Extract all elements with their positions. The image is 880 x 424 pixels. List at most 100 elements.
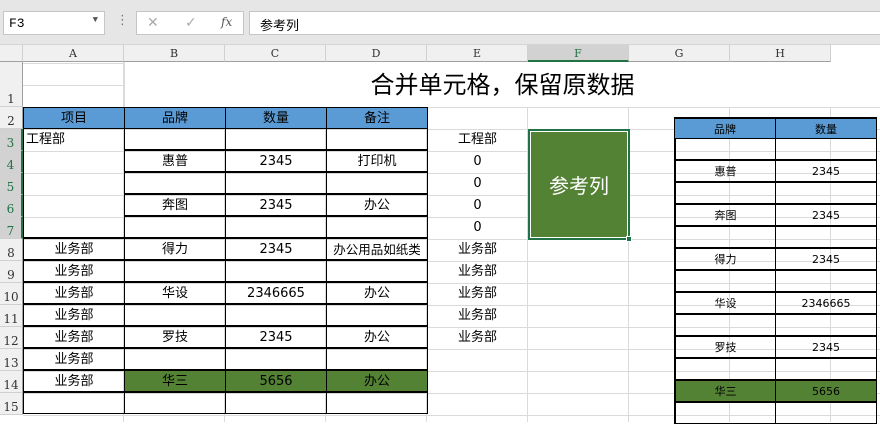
column-e-cell[interactable]: 业务部 [427, 305, 528, 327]
right-table-cell[interactable] [775, 182, 877, 204]
main-table-cell[interactable] [23, 194, 125, 216]
right-table-cell[interactable]: 罗技 [674, 336, 776, 358]
main-table-cell[interactable] [23, 150, 125, 172]
enter-icon[interactable]: ✓ [185, 15, 197, 31]
column-e-cell[interactable]: 0 [427, 173, 528, 195]
main-table-cell[interactable]: 工程部 [23, 128, 125, 150]
right-table-cell[interactable]: 5656 [775, 380, 877, 402]
right-table-cell[interactable] [775, 226, 877, 248]
main-table-cell[interactable] [124, 260, 226, 282]
row-header-3[interactable]: 3 [0, 129, 23, 151]
main-table-cell[interactable]: 办公 [326, 370, 428, 392]
right-table-cell[interactable]: 得力 [674, 248, 776, 270]
column-e-cell[interactable]: 0 [427, 217, 528, 239]
main-table-cell[interactable] [326, 260, 428, 282]
cancel-icon[interactable]: ✕ [147, 15, 159, 31]
main-table-cell[interactable] [326, 128, 428, 150]
column-header-H[interactable]: H [730, 45, 831, 62]
main-table-cell[interactable] [23, 216, 125, 238]
main-table-cell[interactable]: 业务部 [23, 326, 125, 348]
main-table-cell[interactable]: 业务部 [23, 348, 125, 370]
row-header-8[interactable]: 8 [0, 239, 23, 261]
right-table-cell[interactable] [775, 402, 877, 424]
row-header-11[interactable]: 11 [0, 305, 23, 327]
row-header-1[interactable]: 1 [0, 62, 23, 107]
main-table-cell[interactable] [225, 392, 327, 414]
row-header-9[interactable]: 9 [0, 261, 23, 283]
fx-icon[interactable]: fx [221, 15, 232, 29]
right-table-cell[interactable]: 2346665 [775, 292, 877, 314]
main-table-cell[interactable] [326, 304, 428, 326]
right-table-cell[interactable] [674, 314, 776, 336]
main-table-cell[interactable] [23, 172, 125, 194]
right-header-cell[interactable]: 数量 [775, 117, 877, 139]
right-table-cell[interactable] [674, 226, 776, 248]
main-table-cell[interactable] [23, 392, 125, 414]
column-header-D[interactable]: D [326, 45, 427, 62]
main-table-cell[interactable]: 2346665 [225, 282, 327, 304]
main-table-cell[interactable] [326, 348, 428, 370]
chevron-down-icon[interactable]: ▼ [93, 15, 98, 25]
right-header-cell[interactable]: 品牌 [674, 117, 776, 139]
main-table-cell[interactable] [225, 172, 327, 194]
main-table-cell[interactable] [225, 216, 327, 238]
right-table-cell[interactable] [674, 270, 776, 292]
main-table-cell[interactable] [124, 348, 226, 370]
right-table-cell[interactable] [674, 138, 776, 160]
right-table-cell[interactable]: 华设 [674, 292, 776, 314]
main-table-cell[interactable] [124, 216, 226, 238]
main-table-cell[interactable]: 2345 [225, 150, 327, 172]
column-e-cell[interactable]: 业务部 [427, 239, 528, 261]
main-header-cell[interactable]: 品牌 [124, 107, 226, 129]
main-header-cell[interactable]: 数量 [225, 107, 327, 129]
main-table-cell[interactable]: 业务部 [23, 370, 125, 392]
main-table-cell[interactable]: 办公用品如纸类 [326, 238, 428, 260]
main-table-cell[interactable]: 业务部 [23, 304, 125, 326]
main-table-cell[interactable]: 华三 [124, 370, 226, 392]
right-table-cell[interactable] [775, 314, 877, 336]
row-header-7[interactable]: 7 [0, 217, 23, 239]
formula-input[interactable]: 参考列 [249, 11, 880, 35]
right-table-cell[interactable]: 2345 [775, 248, 877, 270]
row-header-12[interactable]: 12 [0, 327, 23, 349]
column-header-E[interactable]: E [427, 45, 528, 62]
main-table-cell[interactable] [225, 260, 327, 282]
right-table-cell[interactable]: 2345 [775, 160, 877, 182]
more-icon[interactable]: ⋮ [116, 13, 129, 28]
main-table-cell[interactable]: 奔图 [124, 194, 226, 216]
main-table-cell[interactable]: 业务部 [23, 260, 125, 282]
main-header-cell[interactable]: 项目 [23, 107, 125, 129]
main-table-cell[interactable] [225, 304, 327, 326]
reference-cell-f3[interactable]: 参考列 [528, 129, 632, 242]
main-table-cell[interactable]: 得力 [124, 238, 226, 260]
right-table-cell[interactable]: 2345 [775, 204, 877, 226]
right-table-cell[interactable]: 华三 [674, 380, 776, 402]
row-header-10[interactable]: 10 [0, 283, 23, 305]
main-table-cell[interactable]: 5656 [225, 370, 327, 392]
main-table-cell[interactable]: 办公 [326, 326, 428, 348]
right-table-cell[interactable] [674, 182, 776, 204]
right-table-cell[interactable] [775, 138, 877, 160]
right-table-cell[interactable] [775, 270, 877, 292]
row-header-4[interactable]: 4 [0, 151, 23, 173]
main-table-cell[interactable]: 办公 [326, 282, 428, 304]
main-table-cell[interactable] [124, 128, 226, 150]
column-header-A[interactable]: A [23, 45, 124, 62]
main-table-cell[interactable] [326, 172, 428, 194]
row-header-5[interactable]: 5 [0, 173, 23, 195]
right-table-cell[interactable]: 奔图 [674, 204, 776, 226]
main-table-cell[interactable]: 打印机 [326, 150, 428, 172]
fill-handle[interactable] [626, 236, 632, 242]
main-table-cell[interactable]: 2345 [225, 194, 327, 216]
main-header-cell[interactable]: 备注 [326, 107, 428, 129]
column-e-cell[interactable]: 业务部 [427, 283, 528, 305]
main-table-cell[interactable]: 2345 [225, 238, 327, 260]
main-table-cell[interactable]: 业务部 [23, 282, 125, 304]
main-table-cell[interactable] [225, 128, 327, 150]
column-e-cell[interactable]: 0 [427, 195, 528, 217]
column-header-G[interactable]: G [629, 45, 730, 62]
main-table-cell[interactable] [124, 172, 226, 194]
column-e-cell[interactable]: 工程部 [427, 129, 528, 151]
main-table-cell[interactable]: 业务部 [23, 238, 125, 260]
row-header-2[interactable]: 2 [0, 107, 23, 129]
